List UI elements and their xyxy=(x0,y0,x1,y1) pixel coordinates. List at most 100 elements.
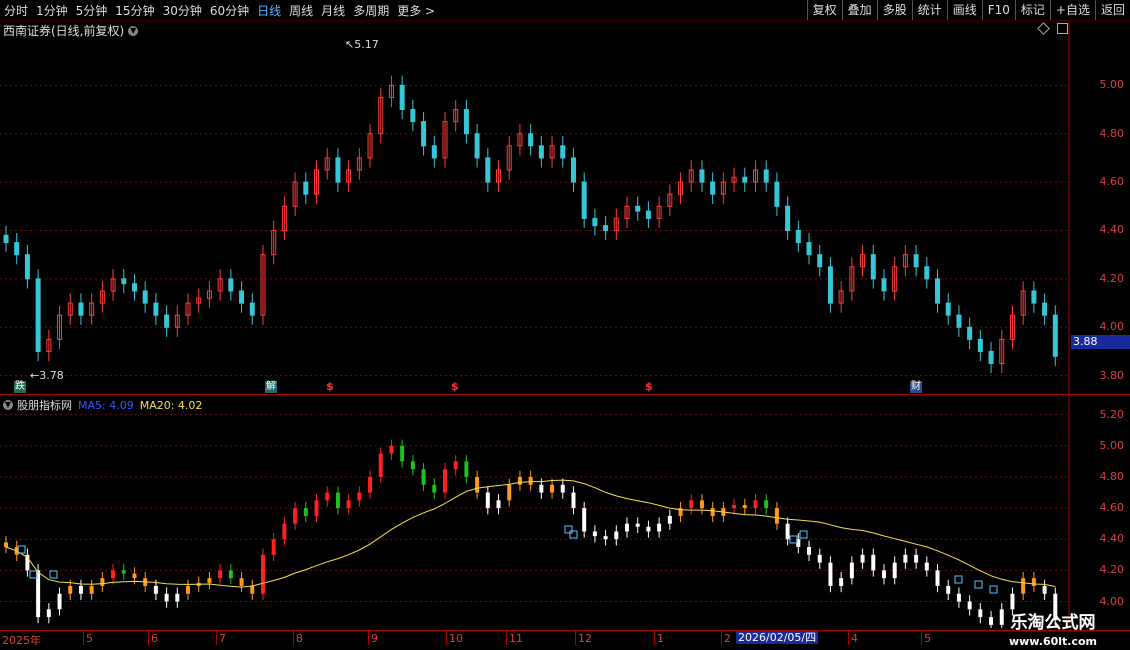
indicator-bar xyxy=(78,585,83,594)
indicator-bar xyxy=(89,585,94,594)
period-tab[interactable]: 更多 > xyxy=(393,2,439,19)
buy-marker xyxy=(989,585,998,594)
date-tick: 4 xyxy=(851,632,858,645)
candle-body xyxy=(806,242,812,256)
indicator-bar xyxy=(924,562,929,571)
indicator-bar xyxy=(1042,585,1047,594)
period-tab[interactable]: 多周期 xyxy=(349,2,393,19)
toolbar-right-buttons: 复权 叠加 多股 统计 画线 F10 标记 +自选 返回 xyxy=(806,0,1130,20)
period-tab[interactable]: 15分钟 xyxy=(111,2,158,19)
candle-body xyxy=(528,133,534,147)
period-tab[interactable]: 日线 xyxy=(253,2,285,19)
indicator-bar xyxy=(849,562,854,579)
period-tab[interactable]: 60分钟 xyxy=(206,2,253,19)
indicator-bar xyxy=(239,578,244,586)
indicator-bar xyxy=(186,585,191,594)
date-tick: 7 xyxy=(219,632,226,645)
period-tab[interactable]: 周线 xyxy=(285,2,317,19)
toolbar-button[interactable]: 标记 xyxy=(1014,0,1050,20)
indicator-bar xyxy=(357,492,362,501)
date-tick: 8 xyxy=(296,632,303,645)
price-tick: 5.00 xyxy=(1099,78,1125,92)
date-separator xyxy=(721,631,722,645)
toolbar-button[interactable]: 统计 xyxy=(911,0,947,20)
candle-body xyxy=(421,121,427,147)
date-tick: 9 xyxy=(371,632,378,645)
indicator-bar xyxy=(507,484,512,501)
indicator-bar xyxy=(817,554,822,563)
period-tab[interactable]: 月线 xyxy=(317,2,349,19)
candle-body xyxy=(817,254,823,268)
candle-body xyxy=(935,278,941,304)
indicator-bar xyxy=(207,578,212,583)
candle-body xyxy=(142,290,148,304)
period-toolbar: 分时 1分钟 5分钟 15分钟 30分钟 60分钟 日线 周线 月线 多周期 更多 > 复权 叠加 多股… xyxy=(0,0,1130,21)
indicator-bar xyxy=(303,508,308,516)
period-tab[interactable]: 分时 xyxy=(0,2,32,19)
indicator-bar xyxy=(485,492,490,509)
indicator-bar xyxy=(1021,578,1026,594)
indicator-tick: 4.20 xyxy=(1099,563,1125,577)
period-tab[interactable]: 30分钟 xyxy=(159,2,206,19)
date-separator xyxy=(83,631,84,645)
indicator-chart[interactable] xyxy=(0,396,1130,628)
date-tick: 5 xyxy=(924,632,931,645)
indicator-bar xyxy=(432,484,437,493)
candle-body xyxy=(699,169,705,183)
buy-marker xyxy=(564,525,573,534)
candle-body xyxy=(463,109,469,135)
period-tab[interactable]: 1分钟 xyxy=(32,2,72,19)
candle-body xyxy=(14,242,20,256)
indicator-bar xyxy=(260,554,265,594)
indicator-bar xyxy=(293,508,298,524)
toolbar-button[interactable]: 多股 xyxy=(876,0,912,20)
toolbar-button[interactable]: 画线 xyxy=(946,0,982,20)
date-tick: 1 xyxy=(657,632,664,645)
indicator-bar xyxy=(646,526,651,532)
indicator-bar xyxy=(453,461,458,470)
date-separator xyxy=(848,631,849,645)
date-separator xyxy=(506,631,507,645)
candle-body xyxy=(763,169,769,183)
date-separator xyxy=(446,631,447,645)
toolbar-button[interactable]: 叠加 xyxy=(841,0,877,20)
buy-marker xyxy=(799,530,808,539)
candle-body xyxy=(1031,290,1037,304)
date-tick: 2 xyxy=(724,632,731,645)
indicator-bar xyxy=(228,570,233,579)
indicator-bar xyxy=(935,570,940,586)
candle-body xyxy=(24,254,30,280)
period-tab[interactable]: 5分钟 xyxy=(72,2,112,19)
indicator-bar xyxy=(421,469,426,485)
indicator-bar xyxy=(442,469,447,493)
indicator-bar xyxy=(271,539,276,555)
indicator-tick: 5.20 xyxy=(1099,407,1125,421)
candle-body xyxy=(131,283,137,292)
indicator-bar xyxy=(68,585,73,594)
indicator-bar xyxy=(389,445,394,454)
indicator-bar xyxy=(699,500,704,509)
candle-body xyxy=(977,338,983,352)
toolbar-button[interactable]: 返回 xyxy=(1094,0,1130,20)
toolbar-button[interactable]: +自选 xyxy=(1049,0,1095,20)
min-price-label: ←3.78 xyxy=(30,369,64,382)
candle-body xyxy=(239,290,245,304)
candle-body xyxy=(431,145,437,159)
price-tick: 3.80 xyxy=(1099,368,1125,382)
candle-body xyxy=(570,157,576,183)
indicator-bar xyxy=(368,476,373,493)
tag-cai: 财 xyxy=(910,381,922,393)
indicator-bar xyxy=(614,531,619,540)
date-tick: 6 xyxy=(151,632,158,645)
indicator-bar xyxy=(528,476,533,485)
indicator-bar xyxy=(539,484,544,493)
toolbar-button[interactable]: 复权 xyxy=(806,0,842,20)
main-chart[interactable] xyxy=(0,20,1130,395)
indicator-bar xyxy=(1031,578,1036,586)
candle-body xyxy=(335,157,341,183)
candle-body xyxy=(164,314,170,328)
date-separator xyxy=(293,631,294,645)
toolbar-button[interactable]: F10 xyxy=(981,0,1015,20)
buy-marker xyxy=(29,570,38,579)
buy-marker xyxy=(569,530,578,539)
